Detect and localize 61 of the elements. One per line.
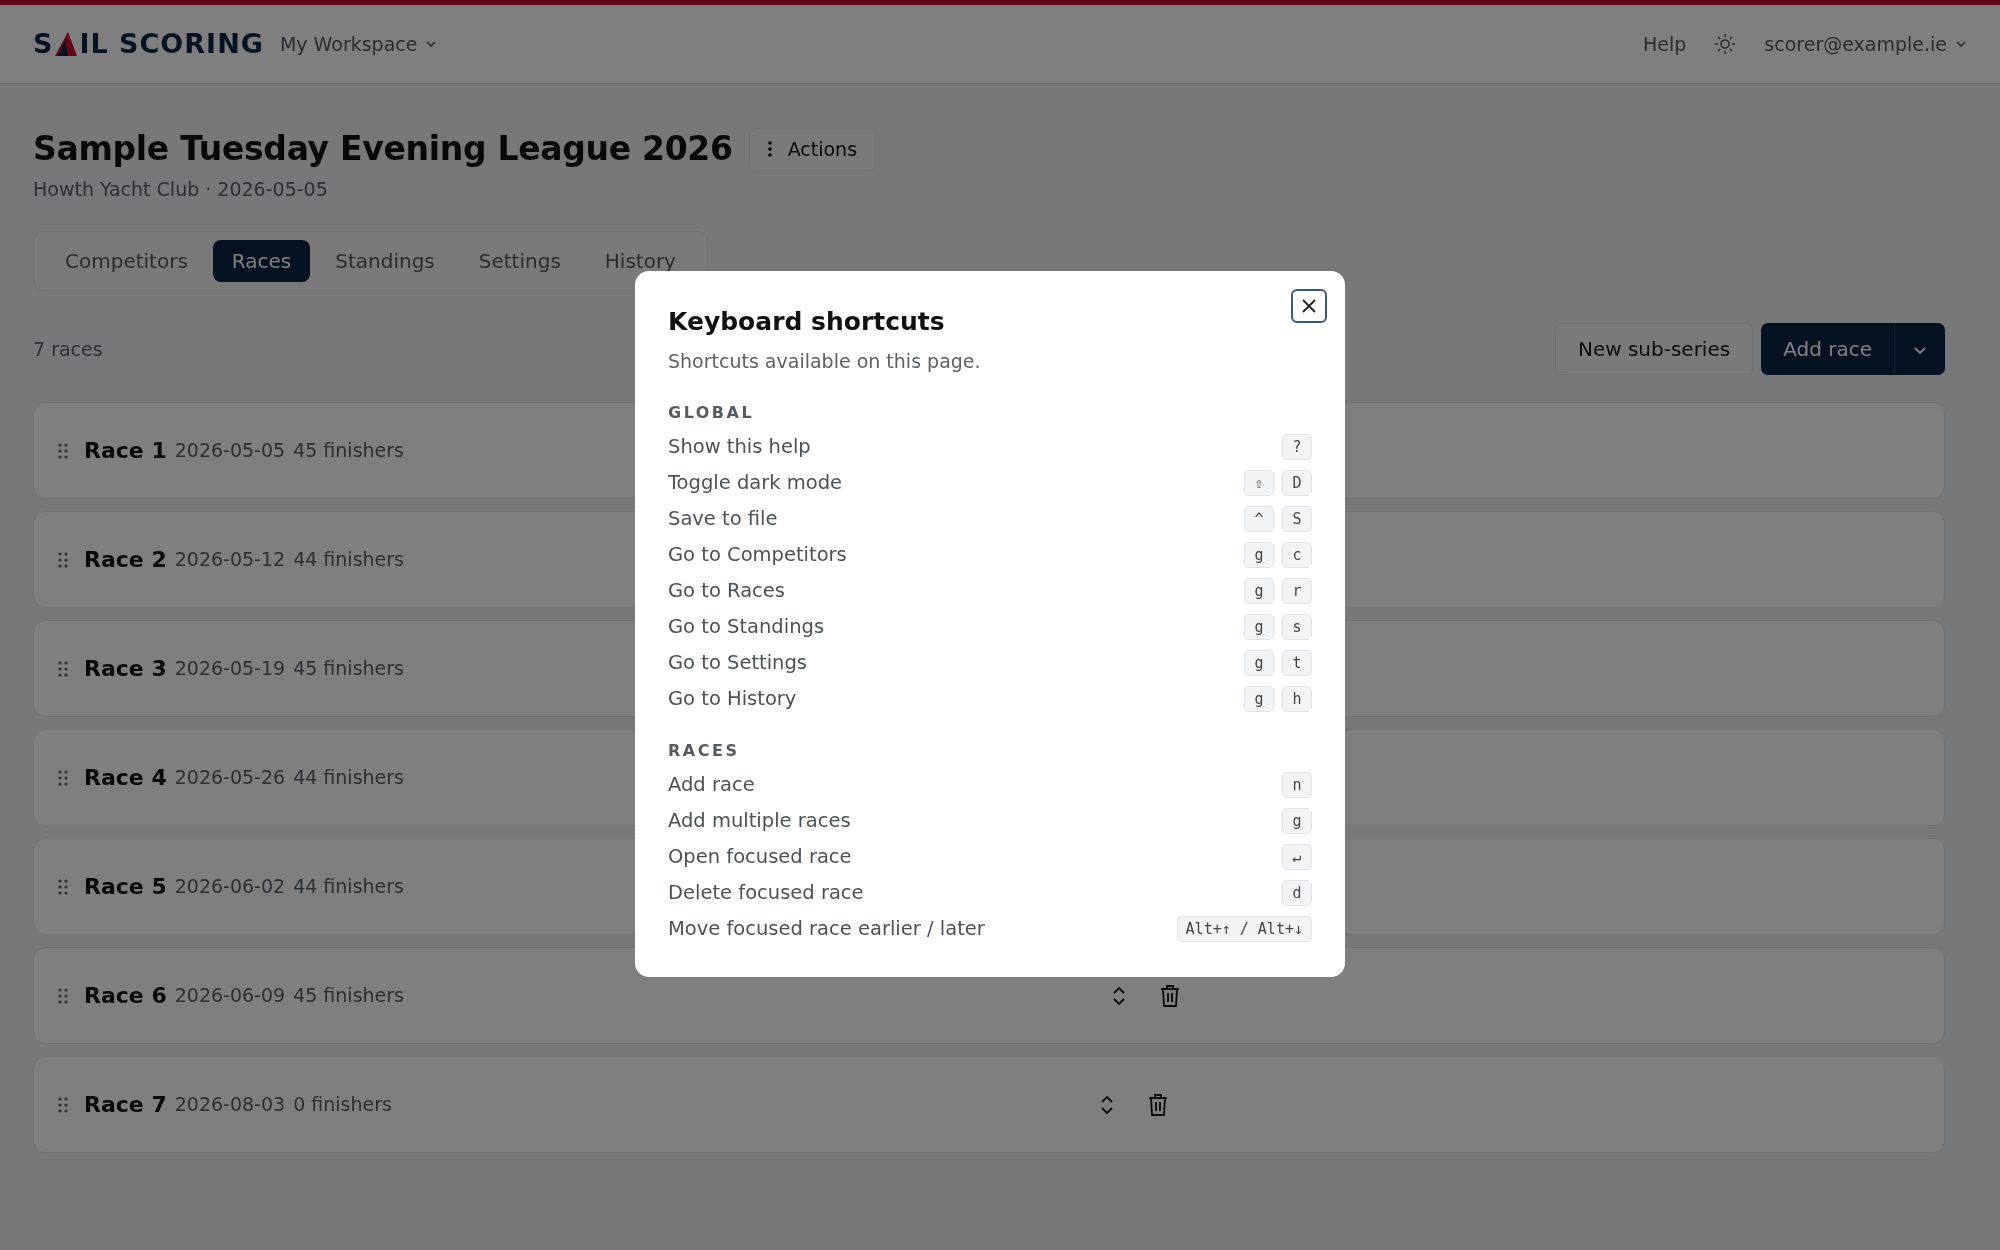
key-cap: g [1244, 685, 1274, 713]
shortcut-label: Go to Races [668, 578, 785, 605]
race-name: Race 5 [84, 873, 167, 901]
key-cap: t [1282, 649, 1312, 677]
key-cap: ⇧ [1244, 469, 1274, 497]
finisher-count: 45 finishers [293, 983, 404, 1009]
key-cap: g [1244, 541, 1274, 569]
shortcut-label: Add race [668, 772, 755, 799]
modal-title: Keyboard shortcuts [668, 306, 946, 338]
key-cap: ↵ [1282, 843, 1312, 871]
race-date: 2026-05-05 [174, 438, 286, 464]
shortcut-label: Go to Standings [668, 614, 825, 641]
race-count: 7 races [33, 336, 103, 362]
race-date: 2026-05-19 [174, 656, 286, 682]
key-cap: g [1282, 807, 1312, 835]
shortcut-label: Add multiple races [668, 808, 851, 835]
shortcut-label: Move focused race earlier / later [668, 916, 985, 943]
shortcut-label: Go to Settings [668, 650, 807, 677]
race-name: Race 3 [84, 655, 167, 683]
race-name: Race 4 [84, 764, 167, 792]
finisher-count: 44 finishers [293, 874, 404, 900]
finisher-count: 0 finishers [293, 1092, 392, 1118]
race-date: 2026-05-12 [174, 547, 286, 573]
key-cap: ? [1282, 433, 1312, 461]
shortcut-label: Go to Competitors [668, 542, 847, 569]
shortcut-label: Save to file [668, 506, 778, 533]
shortcut-label: Show this help [668, 434, 811, 461]
finisher-count: 44 finishers [293, 547, 404, 573]
race-name: Race 2 [84, 546, 167, 574]
key-cap: n [1282, 771, 1312, 799]
shortcut-label: Go to History [668, 686, 797, 713]
shortcut-label: Open focused race [668, 844, 852, 871]
race-date: 2026-08-03 [174, 1092, 286, 1118]
key-cap: g [1244, 577, 1274, 605]
key-cap: r [1282, 577, 1312, 605]
key-cap: g [1244, 649, 1274, 677]
race-name: Race 6 [84, 982, 167, 1010]
race-date: 2026-06-09 [174, 983, 286, 1009]
finisher-count: 44 finishers [293, 765, 404, 791]
shortcut-label: Toggle dark mode [668, 470, 843, 497]
race-date: 2026-05-26 [174, 765, 286, 791]
finisher-count: 45 finishers [293, 656, 404, 682]
section-heading: RACES [668, 740, 741, 762]
race-name: Race 7 [84, 1091, 167, 1119]
key-cap: s [1282, 613, 1312, 641]
key-cap: c [1282, 541, 1312, 569]
key-cap: h [1282, 685, 1312, 713]
race-date: 2026-06-02 [174, 874, 286, 900]
page-subtitle: Howth Yacht Club · 2026-05-05 [33, 176, 329, 202]
key-cap: d [1282, 879, 1312, 907]
section-heading: GLOBAL [668, 402, 756, 424]
key-cap: S [1282, 505, 1312, 533]
race-name: Race 1 [84, 437, 167, 465]
key-cap: Alt+↑ / Alt+↓ [1176, 915, 1312, 943]
key-cap: g [1244, 613, 1274, 641]
finisher-count: 45 finishers [293, 438, 404, 464]
page-title: Sample Tuesday Evening League 2026 [33, 129, 733, 170]
key-cap: D [1282, 469, 1312, 497]
modal-subtitle: Shortcuts available on this page. [668, 348, 982, 374]
key-cap: ^ [1244, 505, 1274, 533]
shortcut-label: Delete focused race [668, 880, 864, 907]
